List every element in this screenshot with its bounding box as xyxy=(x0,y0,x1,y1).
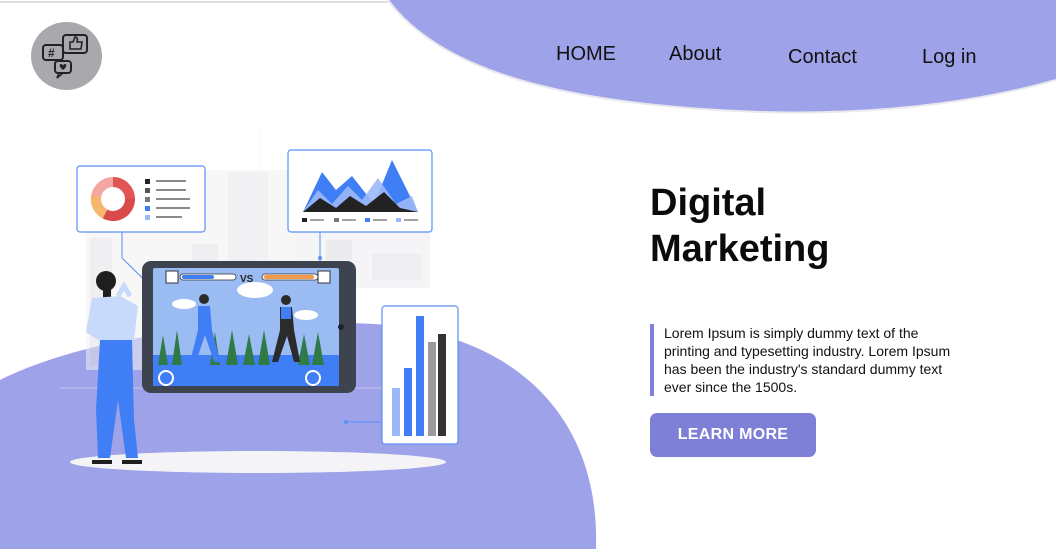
tablet-game-screen: VS xyxy=(142,261,356,393)
vs-label: VS xyxy=(240,274,254,285)
hero-description: Lorem Ipsum is simply dummy text of the … xyxy=(650,324,964,396)
page-title-line1: Digital xyxy=(650,182,767,224)
page-title-line2: Marketing xyxy=(650,228,830,270)
nav-about-link[interactable]: About xyxy=(669,43,721,66)
learn-more-button[interactable]: LEARN MORE xyxy=(650,413,816,457)
hero-illustration: VS xyxy=(60,130,459,473)
page-title: Digital Marketing xyxy=(650,180,910,272)
bar-chart-card xyxy=(344,305,459,445)
nav-contact-link[interactable]: Contact xyxy=(788,46,857,69)
landing-page: # HOME About Contact Log in VS Digital M… xyxy=(0,0,1056,549)
nav-login-link[interactable]: Log in xyxy=(922,46,977,69)
